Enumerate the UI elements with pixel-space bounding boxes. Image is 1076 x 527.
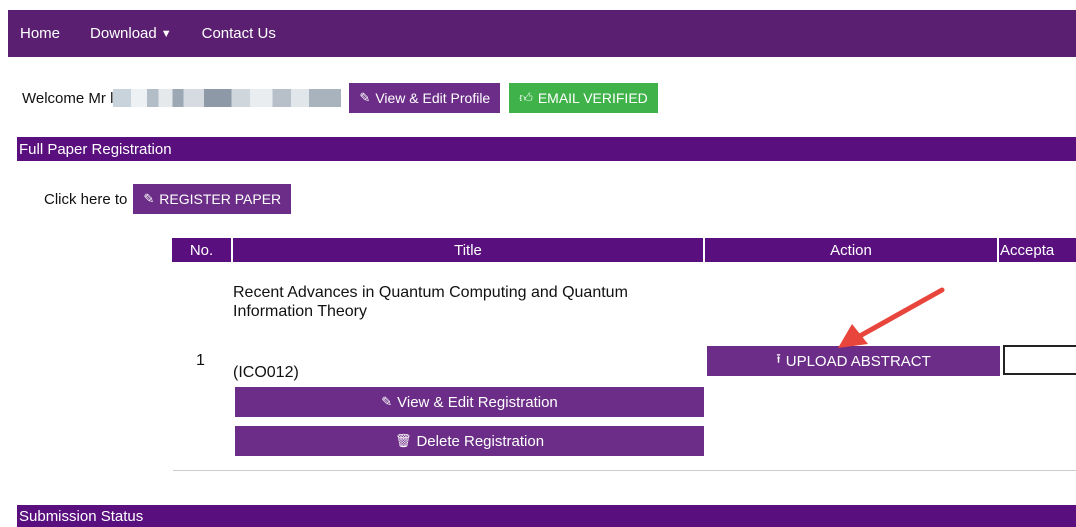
welcome-row: Welcome Mr l ✎ View & Edit Profile 👍︎ EM… <box>22 83 658 113</box>
acceptance-status-box <box>1003 345 1076 375</box>
upload-icon: ⭱ <box>776 351 781 366</box>
nav-download[interactable]: Download ▼ <box>90 25 172 42</box>
edit-icon: ✎ <box>143 191 155 206</box>
annotation-arrow <box>838 287 945 348</box>
nav-contact[interactable]: Contact Us <box>202 25 276 42</box>
trash-icon: 🗑︎ <box>394 433 412 448</box>
view-edit-profile-button[interactable]: ✎ View & Edit Profile <box>349 83 501 113</box>
top-navbar: Home Download ▼ Contact Us <box>8 10 1076 57</box>
click-here-text: Click here to <box>44 190 128 208</box>
register-paper-label: REGISTER PAPER <box>159 191 282 207</box>
delete-registration-button[interactable]: 🗑︎ Delete Registration <box>235 426 704 456</box>
email-verified-label: EMAIL VERIFIED <box>537 90 648 106</box>
full-paper-heading: Full Paper Registration <box>17 137 1076 161</box>
upload-abstract-label: UPLOAD ABSTRACT <box>785 352 931 370</box>
edit-icon: ✎ <box>381 394 393 409</box>
paper-title: Recent Advances in Quantum Computing and… <box>233 284 628 320</box>
col-header-action: Action <box>705 238 997 262</box>
view-edit-registration-label: View & Edit Registration <box>397 393 558 411</box>
nav-download-label: Download <box>90 25 157 42</box>
view-edit-registration-button[interactable]: ✎ View & Edit Registration <box>235 387 704 417</box>
edit-icon: ✎ <box>359 90 371 105</box>
col-header-acceptance: Accepta <box>999 238 1076 262</box>
row-divider <box>173 470 1076 471</box>
col-header-title: Title <box>233 238 703 262</box>
thumbs-up-icon: 👍︎ <box>519 90 533 105</box>
redacted-name <box>113 89 342 107</box>
welcome-text: Welcome Mr l <box>22 89 114 107</box>
caret-down-icon: ▼ <box>160 27 172 40</box>
row-number: 1 <box>196 352 205 369</box>
view-edit-profile-label: View & Edit Profile <box>375 90 491 106</box>
paper-code: (ICO012) <box>233 364 299 381</box>
email-verified-badge: 👍︎ EMAIL VERIFIED <box>509 83 658 113</box>
register-paper-button[interactable]: ✎ REGISTER PAPER <box>133 184 292 214</box>
delete-registration-label: Delete Registration <box>416 432 545 450</box>
register-row: Click here to ✎ REGISTER PAPER <box>44 184 292 214</box>
nav-home[interactable]: Home <box>20 25 60 42</box>
col-header-no: No. <box>172 238 231 262</box>
submission-status-heading: Submission Status <box>17 505 1076 527</box>
